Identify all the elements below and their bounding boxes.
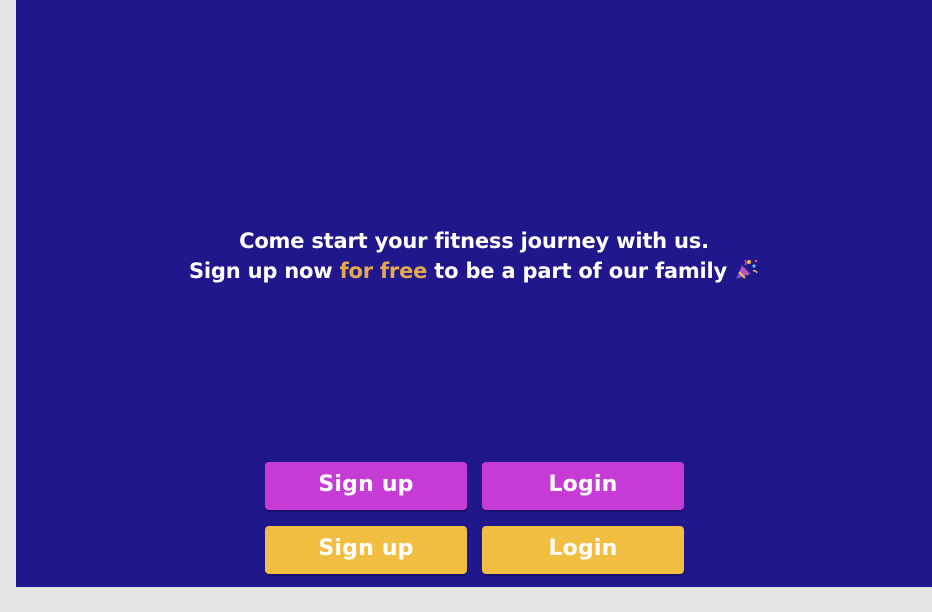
for-free-highlight: for free	[339, 259, 428, 283]
hero-line-2-suffix: to be a part of our family	[427, 259, 728, 283]
party-popper-icon	[733, 257, 759, 281]
hero-line-1: Come start your fitness journey with us.	[239, 229, 709, 253]
login-button-yellow[interactable]: Login	[482, 526, 684, 574]
signup-button-purple[interactable]: Sign up	[265, 462, 467, 510]
signup-button-yellow[interactable]: Sign up	[265, 526, 467, 574]
landing-panel: Come start your fitness journey with us.…	[16, 0, 932, 587]
hero-text: Come start your fitness journey with us.…	[16, 226, 932, 286]
login-button-purple[interactable]: Login	[482, 462, 684, 510]
hero-line-2: Sign up now for free to be a part of our…	[16, 256, 932, 286]
hero-line-2-prefix: Sign up now	[188, 259, 340, 283]
